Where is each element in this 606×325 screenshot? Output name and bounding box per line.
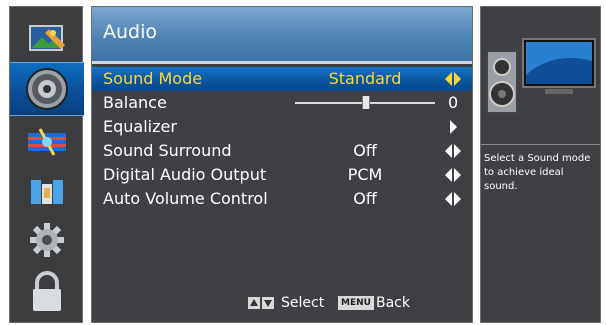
category-setup[interactable] (20, 217, 74, 263)
menu-item-label: Sound Mode (103, 69, 203, 88)
padlock-icon (33, 271, 61, 311)
up-key-icon (248, 297, 260, 309)
left-right-arrows-icon[interactable] (445, 72, 461, 86)
menu-item-value: PCM (347, 165, 383, 184)
settings-gear-icon (30, 223, 64, 257)
help-description: Select a Sound mode to achieve ideal sou… (484, 153, 591, 192)
menu-title-bar: Audio (92, 7, 472, 61)
category-lock[interactable] (20, 269, 74, 315)
down-key-icon (262, 297, 274, 309)
left-right-arrows-icon[interactable] (445, 192, 461, 206)
picture-icon (29, 25, 65, 51)
tv-speaker-illustration (486, 38, 596, 114)
title-divider (92, 61, 472, 64)
left-right-arrows-icon[interactable] (445, 168, 461, 182)
menu-item-label: Digital Audio Output (103, 165, 267, 184)
menu-item-label: Balance (103, 93, 167, 112)
menu-item-sound-surround[interactable]: Sound Surround Off (92, 139, 472, 163)
category-sidebar (9, 6, 84, 323)
select-hint-label: Select (281, 295, 325, 311)
menu-item-value: Standard (328, 69, 402, 88)
info-divider (481, 144, 600, 145)
tv-osd-menu: Audio Sound Mode Standard Balance 0 Equa… (0, 0, 606, 325)
menu-footer-hints: Select MENU Back (92, 293, 472, 315)
right-arrow-icon[interactable] (445, 120, 461, 134)
back-hint-label: Back (376, 295, 410, 311)
menu-item-balance[interactable]: Balance 0 (92, 91, 472, 115)
menu-item-label: Sound Surround (103, 141, 232, 160)
lock-parental-icon (31, 180, 63, 204)
menu-item-label: Equalizer (103, 117, 177, 136)
audio-menu-panel: Audio Sound Mode Standard Balance 0 Equa… (91, 6, 473, 323)
category-audio[interactable] (10, 62, 84, 116)
help-info-panel: Select a Sound mode to achieve ideal sou… (480, 6, 601, 323)
channel-globe-icon (28, 128, 66, 156)
left-right-arrows-icon[interactable] (445, 144, 461, 158)
menu-key-icon: MENU (338, 296, 374, 310)
balance-value: 0 (448, 93, 459, 112)
menu-item-value: Off (353, 141, 377, 160)
category-picture[interactable] (20, 17, 74, 63)
audio-speaker-icon (26, 68, 68, 110)
menu-title: Audio (103, 21, 158, 43)
menu-item-sound-mode[interactable]: Sound Mode Standard (92, 67, 472, 91)
menu-item-value: Off (353, 189, 377, 208)
menu-item-auto-volume-control[interactable]: Auto Volume Control Off (92, 187, 472, 211)
menu-item-digital-audio-output[interactable]: Digital Audio Output PCM (92, 163, 472, 187)
category-parental-control[interactable] (20, 169, 74, 215)
balance-slider-thumb[interactable] (362, 96, 370, 109)
category-channel[interactable] (20, 119, 74, 165)
menu-item-equalizer[interactable]: Equalizer (92, 115, 472, 139)
menu-item-label: Auto Volume Control (103, 189, 268, 208)
